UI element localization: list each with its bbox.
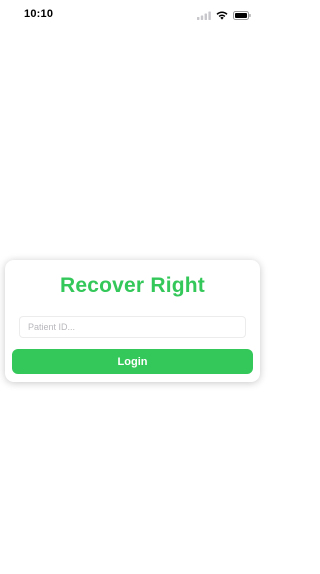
battery-icon xyxy=(233,10,251,20)
status-bar: 10:10 xyxy=(0,0,265,30)
login-card: Recover Right Login xyxy=(5,260,260,382)
patient-id-input[interactable] xyxy=(19,316,246,338)
login-button[interactable]: Login xyxy=(12,349,253,374)
wifi-icon xyxy=(216,11,228,20)
app-screen: 10:10 Recover Right Patient ID... Login xyxy=(0,0,265,574)
app-title: Recover Right xyxy=(60,274,205,297)
status-time: 10:10 xyxy=(24,8,54,20)
status-icons xyxy=(197,10,251,20)
cellular-signal-icon xyxy=(197,11,211,20)
